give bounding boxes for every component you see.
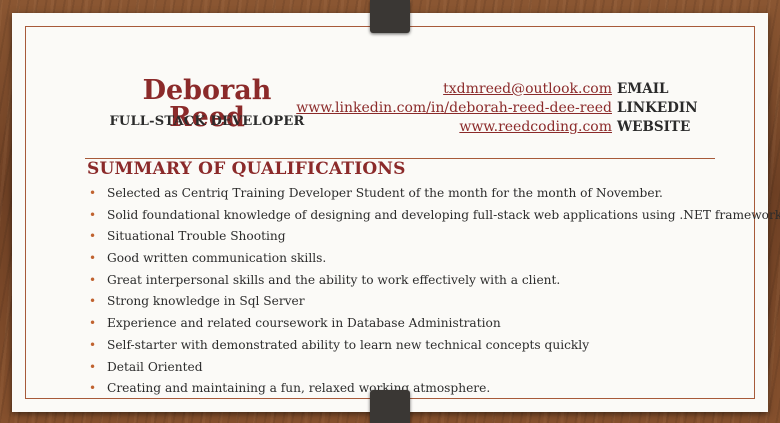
website-link[interactable]: www.reedcoding.com — [262, 119, 617, 135]
contact-block: txdmreed@outlook.com EMAIL www.linkedin.… — [262, 79, 697, 136]
list-item: • Detail Oriented — [87, 357, 747, 379]
email-label: EMAIL — [617, 80, 669, 97]
binder-clip-top — [370, 0, 410, 33]
list-item-text: Self-starter with demonstrated ability t… — [107, 337, 590, 352]
list-item-text: Detail Oriented — [107, 359, 203, 374]
bullet-dot-icon: • — [89, 251, 97, 266]
bullet-dot-icon: • — [89, 207, 97, 222]
contact-linkedin: www.linkedin.com/in/deborah-reed-dee-ree… — [262, 98, 697, 117]
bullet-dot-icon: • — [89, 381, 97, 396]
list-item: • Selected as Centriq Training Developer … — [87, 183, 747, 205]
list-item: • Self-starter with demonstrated ability … — [87, 335, 747, 357]
website-label: WEBSITE — [617, 118, 691, 135]
contact-website: www.reedcoding.com WEBSITE — [262, 117, 690, 136]
bullet-dot-icon: • — [89, 337, 97, 352]
bullet-dot-icon: • — [89, 272, 97, 287]
bullet-dot-icon: • — [89, 229, 97, 244]
linkedin-link[interactable]: www.linkedin.com/in/deborah-reed-dee-ree… — [262, 100, 617, 116]
resume-paper: Deborah Reed FULL-STACK DEVELOPER txdmre… — [12, 13, 780, 412]
contact-email: txdmreed@outlook.com EMAIL — [262, 79, 682, 98]
linkedin-label: LINKEDIN — [617, 99, 698, 116]
list-item: • Good written communication skills. — [87, 248, 747, 270]
list-item: • Experience and related coursework in Da… — [87, 313, 747, 335]
list-item: • Solid foundational knowledge of designi… — [87, 205, 780, 227]
list-item-text: Solid foundational knowledge of designin… — [107, 207, 780, 222]
list-item-text: Situational Trouble Shooting — [107, 229, 286, 244]
list-item: • Strong knowledge in Sql Server — [87, 291, 747, 313]
list-item: • Creating and maintaining a fun, relaxed… — [87, 378, 747, 400]
list-item: • Great interpersonal skills and the abil… — [87, 270, 747, 292]
bullet-dot-icon: • — [89, 359, 97, 374]
list-item-text: Good written communication skills. — [107, 251, 327, 266]
bullet-dot-icon: • — [89, 186, 97, 200]
list-item-text: Strong knowledge in Sql Server — [107, 294, 305, 309]
section-title: SUMMARY OF QUALIFICATIONS — [87, 159, 406, 179]
list-item-text: Experience and related coursework in Dat… — [107, 316, 501, 331]
list-item-text: Creating and maintaining a fun, relaxed … — [107, 381, 491, 396]
email-link[interactable]: txdmreed@outlook.com — [262, 81, 617, 97]
bullet-dot-icon: • — [89, 294, 97, 309]
bullet-dot-icon: • — [89, 316, 97, 331]
qualifications-list: • Selected as Centriq Training Developer … — [87, 183, 780, 400]
list-item-text: Selected as Centriq Training Developer S… — [107, 186, 663, 200]
binder-clip-bottom — [370, 390, 410, 423]
list-item: • Situational Trouble Shooting — [87, 226, 747, 248]
list-item-text: Great interpersonal skills and the abili… — [107, 272, 561, 287]
